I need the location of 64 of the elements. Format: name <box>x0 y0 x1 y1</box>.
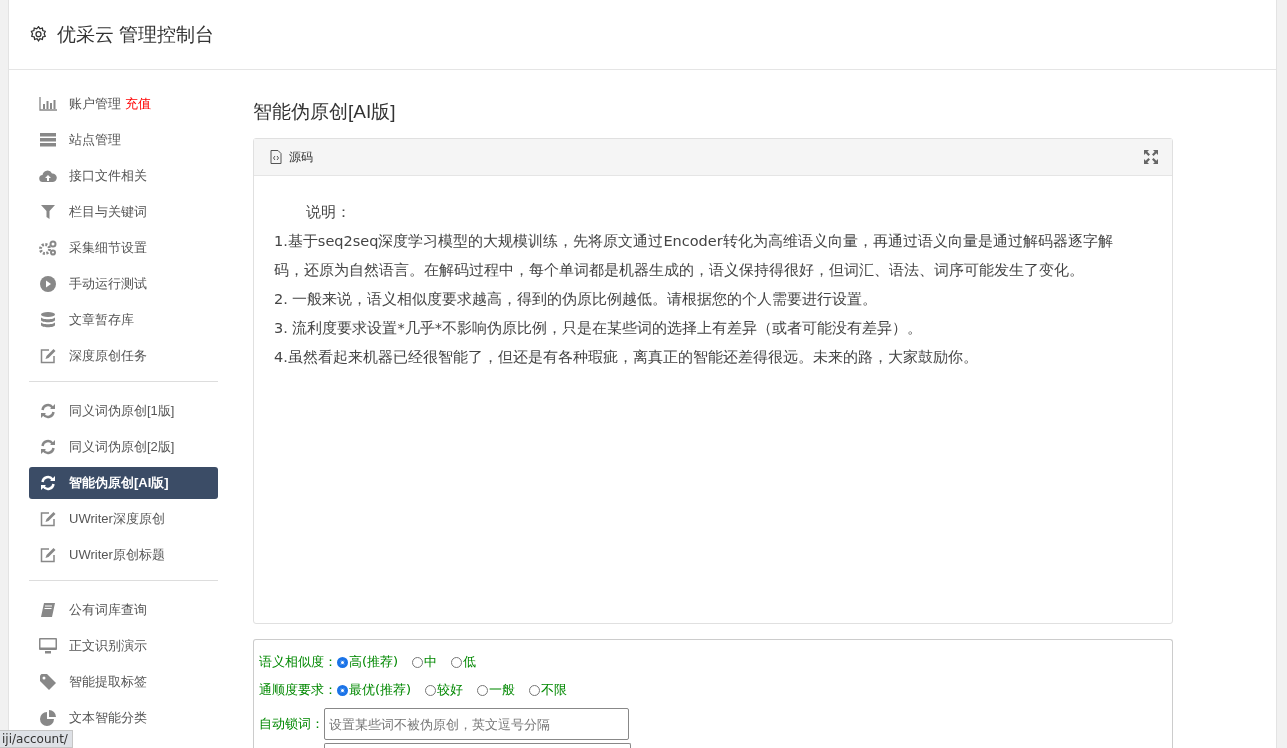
sidebar-item[interactable]: 站点管理 <box>29 124 218 156</box>
play-icon <box>40 276 56 292</box>
radio-option[interactable]: 中 <box>412 653 438 671</box>
sidebar-item[interactable]: 采集细节设置 <box>29 232 218 264</box>
lock-words-input[interactable]: 设置某些词不被伪原创，英文逗号分隔 <box>324 708 629 740</box>
console-title: 优采云 管理控制台 <box>57 22 215 47</box>
pie-icon <box>40 710 56 726</box>
sidebar-item[interactable]: 智能伪原创[AI版] <box>29 467 218 499</box>
sidebar-item[interactable]: 账户管理 充值 <box>29 88 218 120</box>
edit-icon <box>40 348 56 364</box>
radio-option[interactable]: 最优(推荐) <box>337 681 412 699</box>
gears-icon <box>39 240 57 256</box>
refresh-icon <box>40 475 56 491</box>
filter-icon <box>41 205 55 219</box>
sidebar-item[interactable]: 同义词伪原创[1版] <box>29 395 218 427</box>
sidebar-item[interactable]: UWriter原创标题 <box>29 539 218 571</box>
radio-button[interactable] <box>412 656 424 668</box>
recharge-link[interactable]: 充值 <box>125 96 151 111</box>
radio-button[interactable] <box>425 684 437 696</box>
server-icon <box>39 133 57 147</box>
sidebar-item[interactable]: 深度原创任务 <box>29 340 218 372</box>
radio-button[interactable] <box>529 684 541 696</box>
refresh-icon <box>40 403 56 419</box>
sidebar-item[interactable]: UWriter深度原创 <box>29 503 218 535</box>
sidebar-item[interactable]: 智能提取标签 <box>29 666 218 698</box>
radio-option[interactable]: 低 <box>451 653 477 671</box>
refresh-icon <box>40 439 56 455</box>
sidebar-item[interactable]: 接口文件相关 <box>29 160 218 192</box>
radio-option[interactable]: 高(推荐) <box>337 653 399 671</box>
cloud-icon <box>39 169 57 183</box>
option-label: 通顺度要求： <box>259 681 337 699</box>
sidebar-item[interactable]: 文章暂存库 <box>29 304 218 336</box>
note-heading: 说明： <box>305 203 352 222</box>
radio-button[interactable] <box>451 656 463 668</box>
sidebar-item[interactable]: 正文识别演示 <box>29 630 218 662</box>
source-tab[interactable]: 源码 <box>270 148 313 166</box>
note-paragraph: 3. 流利度要求设置*几乎*不影响伪原比例，只是在某些词的选择上有差异（或者可能没有差异）。 <box>274 319 923 338</box>
sidebar-item[interactable]: 手动运行测试 <box>29 268 218 300</box>
code-file-icon <box>270 150 282 164</box>
note-paragraph: 4.虽然看起来机器已经很智能了，但还是有各种瑕疵，离真正的智能还差得很远。未来的路，大家鼓励你。 <box>274 348 979 367</box>
option-label: 自动锁词： <box>259 715 324 733</box>
radio-option[interactable]: 较好 <box>425 681 464 699</box>
radio-option[interactable]: 一般 <box>477 681 516 699</box>
note-paragraph: 2. 一般来说，语义相似度要求越高，得到的伪原比例越低。请根据您的个人需要进行设置。 <box>274 290 879 309</box>
radio-button[interactable] <box>477 684 489 696</box>
book-icon <box>40 602 56 618</box>
settings-icon <box>30 26 47 43</box>
status-url: iji/account/ <box>0 730 73 748</box>
tag-icon <box>40 674 56 690</box>
note-paragraph: 1.基于seq2seq深度学习模型的大规模训练，先将原文通过Encoder转化为高维语义向量，再通过语义向量是通过解码器逐字解码，还原为自然语言。在解码过程中，每个单词都是机器生成的，语义保持得很好，但词汇、语法、词序可能发生了变化。 <box>274 232 1114 280</box>
database-icon <box>41 312 55 328</box>
radio-button[interactable] <box>337 656 348 668</box>
monitor-icon <box>39 638 57 654</box>
radio-button[interactable] <box>337 684 348 696</box>
sidebar-item[interactable]: 同义词伪原创[2版] <box>29 431 218 463</box>
edit-icon <box>40 547 56 563</box>
chart-icon <box>39 97 57 111</box>
option-label: 语义相似度： <box>259 653 337 671</box>
edit-icon <box>40 511 56 527</box>
sidebar-item[interactable]: 公有词库查询 <box>29 594 218 626</box>
page-title: 智能伪原创[AI版] <box>253 101 397 123</box>
sidebar-item[interactable]: 栏目与关键词 <box>29 196 218 228</box>
radio-option[interactable]: 不限 <box>529 681 568 699</box>
fullscreen-icon[interactable] <box>1144 150 1158 164</box>
